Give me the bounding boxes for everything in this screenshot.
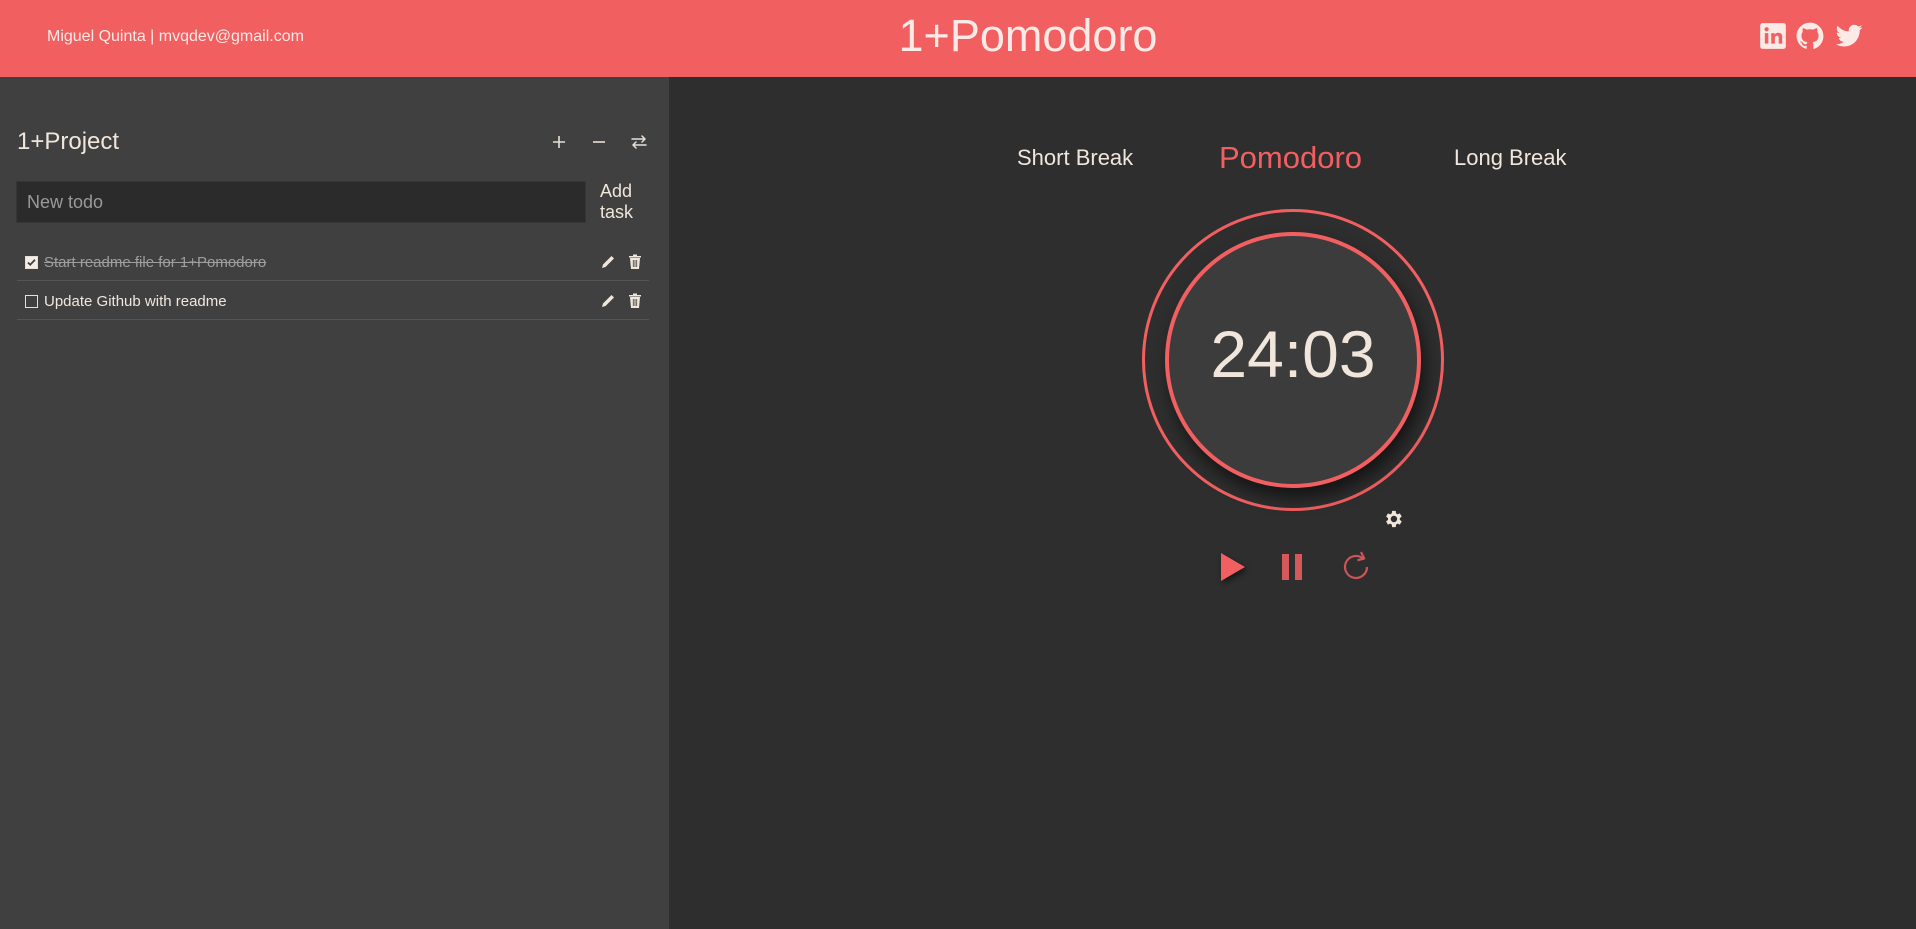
- todo-text: Start readme file for 1+Pomodoro: [44, 254, 267, 271]
- linkedin-icon[interactable]: [1759, 22, 1787, 50]
- plus-icon[interactable]: [546, 129, 572, 155]
- todo-checkbox[interactable]: [25, 256, 38, 269]
- todo-text: Update Github with readme: [44, 293, 227, 310]
- new-todo-input[interactable]: [16, 181, 586, 223]
- trash-icon[interactable]: [626, 253, 644, 271]
- tab-pomodoro[interactable]: Pomodoro: [1219, 140, 1362, 176]
- reset-button[interactable]: [1336, 547, 1376, 587]
- timer-panel: Short Break Pomodoro Long Break 24:03: [669, 77, 1916, 929]
- gear-icon[interactable]: [1382, 508, 1404, 530]
- timer-dial: 24:03: [1142, 209, 1444, 511]
- swap-icon[interactable]: [626, 129, 652, 155]
- todo-checkbox[interactable]: [25, 295, 38, 308]
- pencil-icon[interactable]: [599, 292, 617, 310]
- add-task-button[interactable]: Add task: [600, 181, 646, 223]
- add-task-label: task: [600, 202, 634, 222]
- twitter-icon[interactable]: [1835, 22, 1863, 50]
- timer-face: 24:03: [1165, 232, 1421, 488]
- play-button[interactable]: [1212, 547, 1252, 587]
- minus-icon[interactable]: [586, 129, 612, 155]
- tab-short-break[interactable]: Short Break: [1017, 145, 1133, 171]
- github-icon[interactable]: [1796, 22, 1824, 50]
- project-sidebar: 1+Project Add task Start readme file for…: [0, 77, 669, 929]
- pencil-icon[interactable]: [599, 253, 617, 271]
- todo-item: Start readme file for 1+Pomodoro: [17, 242, 649, 281]
- app-title: 1+Pomodoro: [898, 10, 1158, 61]
- todo-item: Update Github with readme: [17, 281, 649, 320]
- add-task-label: Add: [600, 181, 633, 201]
- tab-long-break[interactable]: Long Break: [1454, 145, 1567, 171]
- header-bar: Miguel Quinta | mvqdev@gmail.com 1+Pomod…: [0, 0, 1916, 77]
- trash-icon[interactable]: [626, 292, 644, 310]
- project-title: 1+Project: [17, 128, 120, 155]
- timer-display: 24:03: [1210, 317, 1376, 391]
- pause-button[interactable]: [1273, 547, 1313, 587]
